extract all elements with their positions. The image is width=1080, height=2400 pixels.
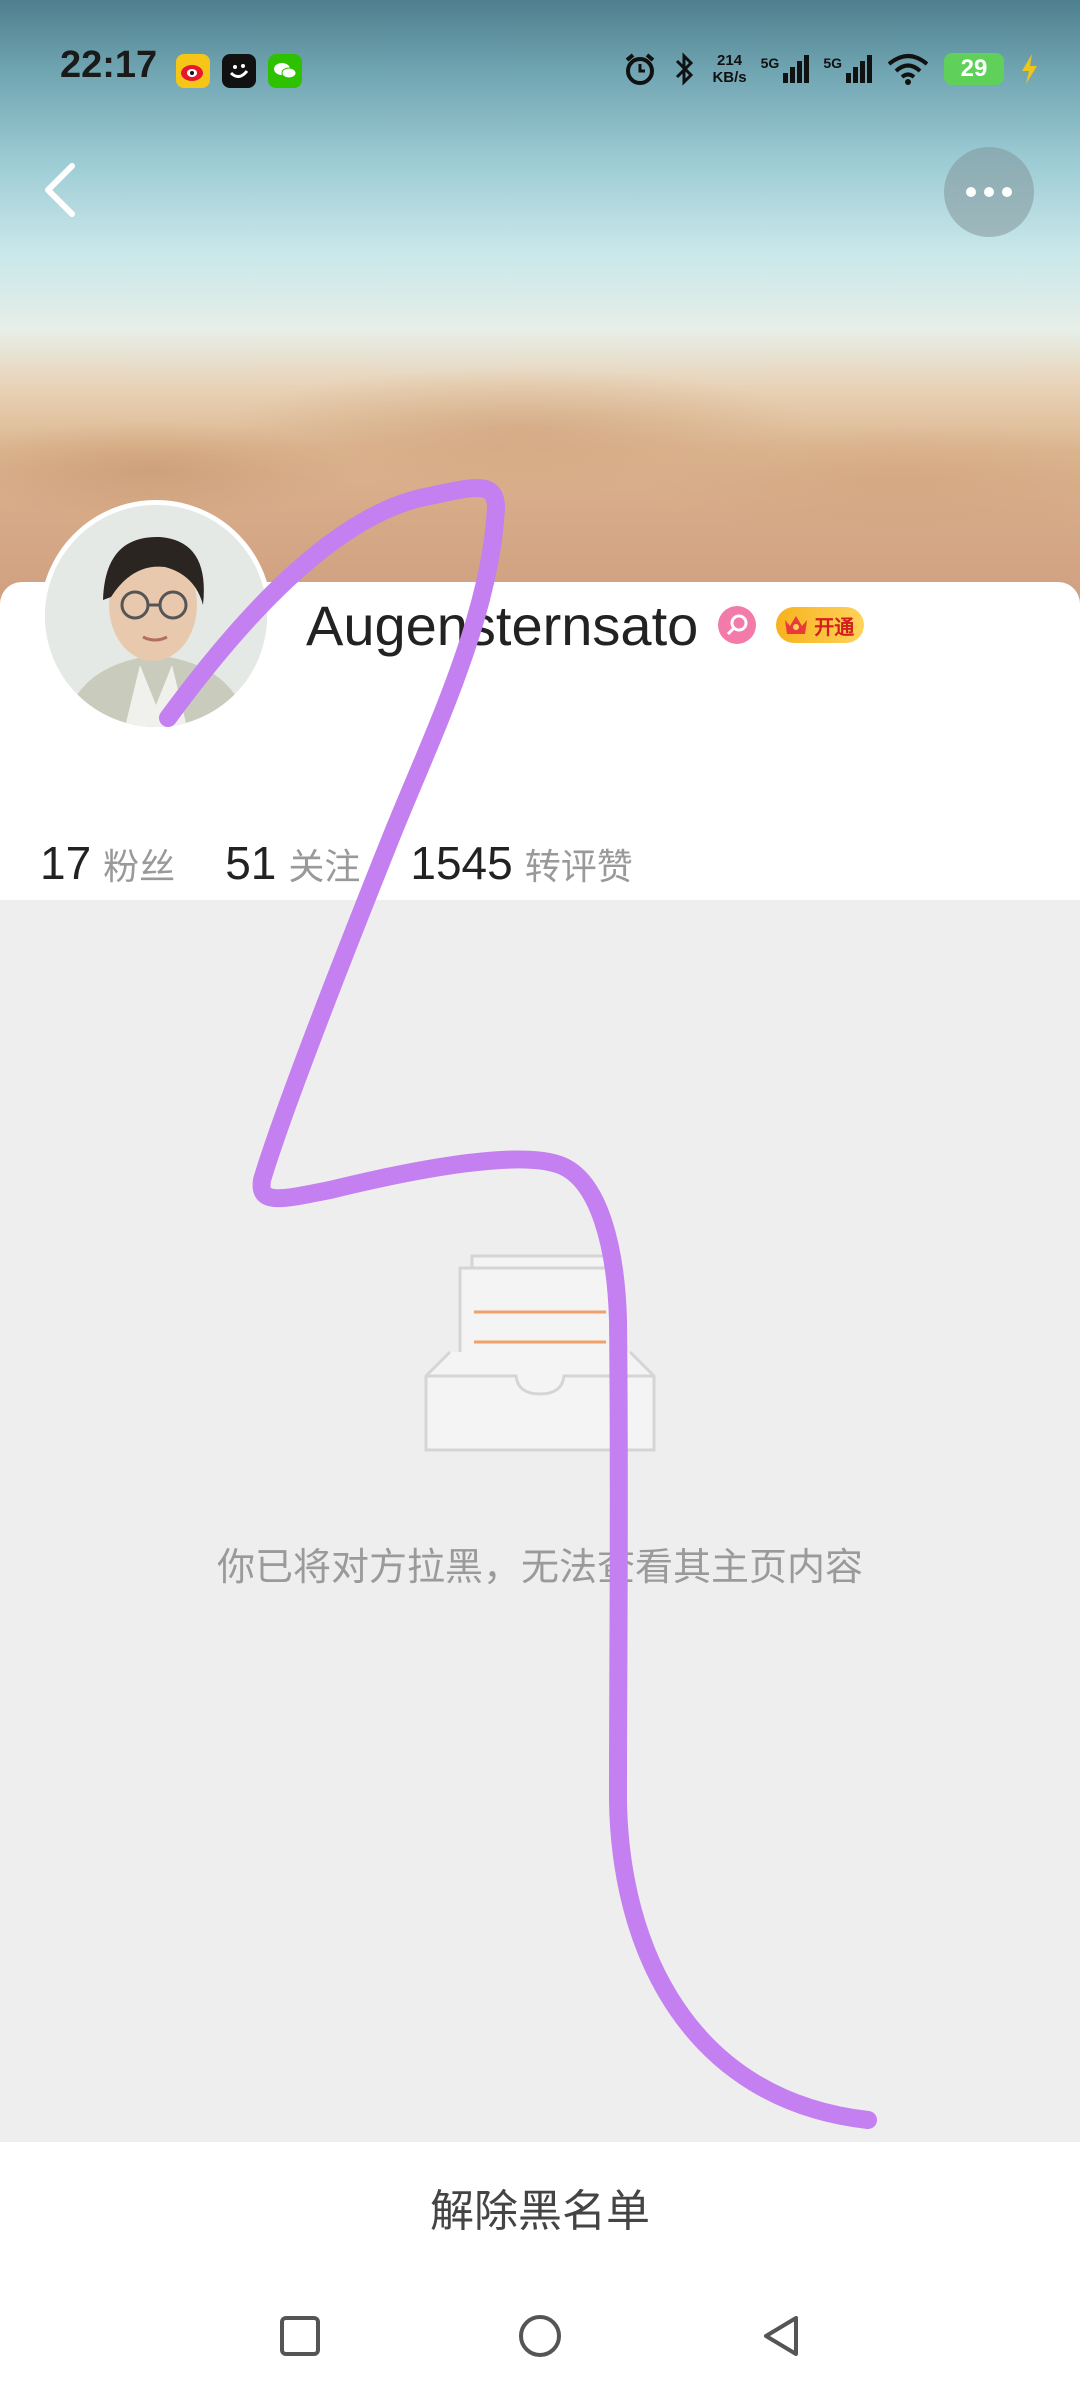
- female-gender-icon: [718, 606, 757, 644]
- sim2-label: 5G: [823, 55, 842, 71]
- stat-number: 51: [225, 837, 277, 889]
- unblock-button[interactable]: 解除黑名单: [390, 2165, 690, 2249]
- stat-label: 转评赞: [524, 847, 633, 888]
- vip-label: 开通: [814, 614, 855, 639]
- network-speed-value: 214: [717, 52, 743, 69]
- battery-icon: 29: [944, 53, 1004, 85]
- status-time: 22:17: [60, 44, 158, 86]
- status-bar: 22:17 214 KB/s 5G 5G 29: [0, 0, 1080, 140]
- stat-followers[interactable]: 17 粉丝: [40, 836, 175, 890]
- battery-level: 29: [960, 55, 988, 82]
- chevron-left-icon: [45, 163, 75, 217]
- network-speed: 214 KB/s: [712, 52, 746, 86]
- triangle-back-icon: [764, 2316, 798, 2356]
- avatar[interactable]: [40, 500, 272, 732]
- stat-interactions[interactable]: 1545 转评赞: [410, 836, 632, 890]
- more-dots-icon: [966, 187, 976, 197]
- more-options-button[interactable]: [944, 147, 1034, 237]
- stat-following[interactable]: 51 关注: [225, 836, 360, 890]
- empty-inbox-icon: [424, 1254, 656, 1452]
- recent-apps-button[interactable]: [270, 2306, 330, 2366]
- weibo-icon: [176, 54, 210, 88]
- circle-icon: [519, 2315, 561, 2357]
- blocked-message: 你已将对方拉黑，无法查看其主页内容: [216, 1545, 863, 1589]
- wifi-icon: [887, 54, 929, 85]
- stat-label: 粉丝: [103, 847, 176, 888]
- wechat-icon: [268, 54, 302, 88]
- network-speed-unit: KB/s: [712, 69, 747, 86]
- charging-icon: [1022, 54, 1037, 84]
- avatar-image: [45, 505, 267, 727]
- stat-number: 1545: [410, 837, 513, 889]
- stat-number: 17: [40, 837, 92, 889]
- username: Augensternsato: [306, 593, 699, 657]
- blocked-content-area: [0, 900, 1080, 2142]
- username-row: Augensternsato 开通: [306, 590, 865, 660]
- bluetooth-icon: [676, 52, 694, 86]
- back-button[interactable]: [30, 160, 90, 220]
- messenger-app-icon: [222, 54, 256, 88]
- sim1-label: 5G: [760, 55, 780, 71]
- crown-icon: [785, 616, 808, 634]
- square-icon: [280, 2316, 320, 2356]
- home-button[interactable]: [510, 2306, 570, 2366]
- vip-badge[interactable]: 开通: [776, 607, 865, 643]
- profile-stats: 17 粉丝 51 关注 1545 转评赞: [40, 836, 633, 906]
- unblock-bar: 解除黑名单: [0, 2142, 1080, 2272]
- stat-label: 关注: [288, 847, 361, 888]
- sim1-signal-icon: 5G: [761, 55, 810, 83]
- system-nav-bar: [0, 2272, 1080, 2400]
- back-nav-button[interactable]: [750, 2306, 810, 2366]
- sim2-signal-icon: 5G: [823, 55, 872, 83]
- alarm-icon: [626, 53, 655, 85]
